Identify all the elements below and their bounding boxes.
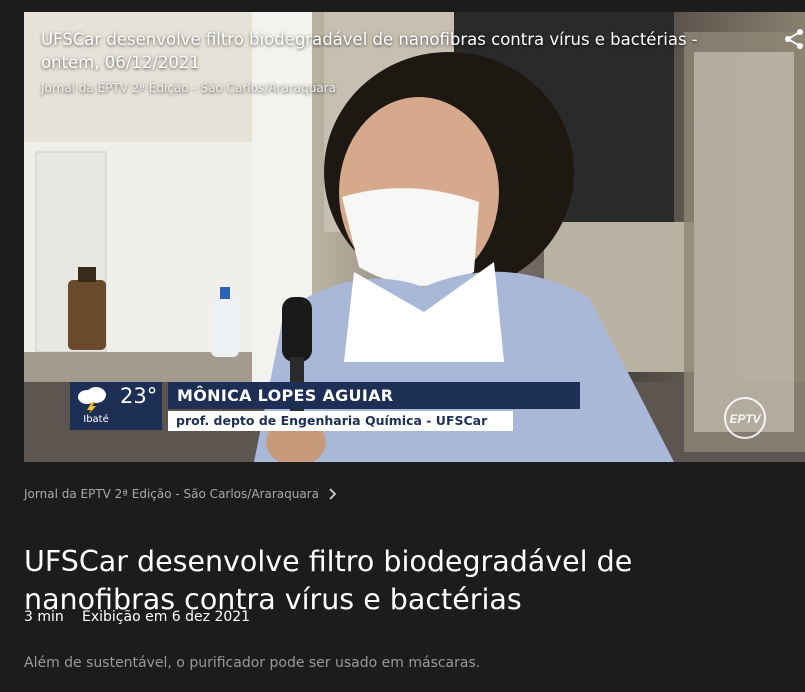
weather-temperature: 23°	[120, 384, 158, 408]
weather-box: 23° Ibaté	[70, 382, 162, 430]
breadcrumb-link[interactable]: Jornal da EPTV 2ª Edição - São Carlos/Ar…	[24, 487, 319, 501]
page-title: UFSCar desenvolve filtro biodegradável d…	[24, 545, 633, 617]
svg-text:EPTV: EPTV	[729, 412, 761, 426]
speaker-name: MÔNICA LOPES AGUIAR	[177, 386, 394, 405]
video-description: Além de sustentável, o purificador pode …	[24, 655, 481, 671]
video-overlay-subtitle: Jornal da EPTV 2ª Edição - São Carlos/Ar…	[41, 81, 336, 95]
video-player[interactable]: UFSCar desenvolve filtro biodegradável d…	[24, 12, 805, 462]
chevron-right-icon[interactable]	[327, 487, 339, 501]
storm-cloud-icon	[78, 387, 106, 413]
eptv-logo: EPTV	[724, 397, 766, 439]
video-overlay-title: UFSCar desenvolve filtro biodegradável d…	[41, 30, 698, 72]
video-duration: 3 min	[24, 609, 64, 625]
speaker-role: prof. depto de Engenharia Química - UFSC…	[176, 413, 488, 428]
video-air-date: Exibição em 6 dez 2021	[82, 609, 251, 625]
name-box: MÔNICA LOPES AGUIAR	[168, 382, 580, 409]
role-box: prof. depto de Engenharia Química - UFSC…	[168, 411, 513, 431]
weather-city: Ibaté	[83, 414, 109, 425]
share-icon[interactable]	[783, 28, 805, 50]
